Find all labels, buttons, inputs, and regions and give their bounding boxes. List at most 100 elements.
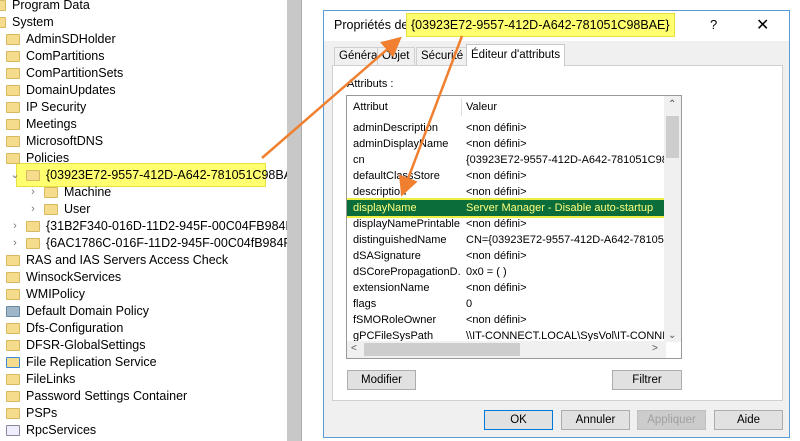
tree-item-label: File Replication Service (26, 355, 157, 369)
column-separator[interactable] (461, 98, 462, 116)
attribute-row[interactable]: displayNamePrintable <non défini> (347, 216, 664, 232)
tree-item[interactable]: AdminSDHolder (6, 31, 116, 48)
tree-item[interactable]: › Machine (28, 184, 111, 201)
scroll-up-icon[interactable]: ⌃ (668, 99, 676, 110)
attributes-list[interactable]: Attribut Valeur adminDescription <non déf… (346, 95, 682, 359)
folder-icon (6, 272, 20, 283)
tab-attribute-editor[interactable]: Éditeur d'attributs (466, 44, 566, 66)
chevron-right-icon[interactable]: › (28, 184, 38, 201)
folder-icon (6, 408, 20, 419)
tree-item[interactable]: RAS and IAS Servers Access Check (6, 252, 228, 269)
chevron-right-icon[interactable]: › (28, 201, 38, 218)
attribute-name: description (353, 186, 407, 198)
tree-item-label: ComPartitionSets (26, 66, 124, 80)
tree-item-label: {03923E72-9557-412D-A642-781051C98BAE} (46, 168, 305, 182)
tab-object[interactable]: Objet (377, 47, 415, 65)
service-icon (6, 425, 20, 436)
attribute-row[interactable]: dSCorePropagationD... 0x0 = ( ) (347, 264, 664, 280)
tree-item[interactable]: › {6AC1786C-016F-11D2-945F-00C04fB984F9} (10, 235, 302, 252)
scroll-thumb[interactable] (666, 116, 679, 158)
dialog-title-guid: {03923E72-9557-412D-A642-781051C98BAE} (406, 13, 675, 37)
chevron-right-icon[interactable]: › (10, 218, 20, 235)
attribute-name: dSCorePropagationD... (353, 266, 461, 278)
tree-item-label: Password Settings Container (26, 389, 188, 403)
tree-item[interactable]: Policies (6, 150, 69, 167)
scroll-right-icon[interactable]: > (652, 343, 658, 354)
ok-button[interactable]: OK (484, 410, 553, 430)
column-header-attribute[interactable]: Attribut (353, 96, 388, 118)
tree-item[interactable]: WinsockServices (6, 269, 121, 286)
attribute-value: <non défini> (466, 138, 527, 150)
folder-icon (0, 17, 6, 28)
apply-button[interactable]: Appliquer (637, 410, 706, 430)
tree-item-label: AdminSDHolder (26, 32, 116, 46)
tab-security[interactable]: Sécurité (416, 47, 469, 65)
tree-item[interactable]: Dfs-Configuration (6, 320, 123, 337)
tree-item[interactable]: MicrosoftDNS (6, 133, 103, 150)
tree-item[interactable]: Default Domain Policy (6, 303, 149, 320)
attribute-row[interactable]: adminDescription <non défini> (347, 120, 664, 136)
attribute-row[interactable]: dSASignature <non défini> (347, 248, 664, 264)
tree-item[interactable]: › User (28, 201, 90, 218)
tree-item[interactable]: IP Security (6, 99, 86, 116)
tree-item[interactable]: Meetings (6, 116, 77, 133)
filter-button[interactable]: Filtrer (612, 370, 682, 390)
close-icon[interactable]: ✕ (756, 15, 769, 35)
tree-item[interactable]: WMIPolicy (6, 286, 85, 303)
tree-item-label: FileLinks (26, 372, 76, 386)
tree-item-label: DFSR-GlobalSettings (26, 338, 146, 352)
scroll-thumb-horizontal[interactable] (364, 343, 520, 356)
folder-icon (6, 153, 20, 164)
attribute-row[interactable]: cn {03923E72-9557-412D-A642-781051C98BAE} (347, 152, 664, 168)
attribute-row[interactable]: distinguishedName CN={03923E72-9557-412D-… (347, 232, 664, 248)
cancel-button[interactable]: Annuler (561, 410, 630, 430)
vertical-scrollbar[interactable]: ⌃ ⌄ (664, 96, 681, 342)
attribute-value: CN={03923E72-9557-412D-A642-781051C98BAE… (466, 234, 664, 246)
tree-item[interactable]: › {31B2F340-016D-11D2-945F-00C04FB984F9} (10, 218, 304, 235)
attribute-value: <non défini> (466, 314, 527, 326)
tree-item-label: Policies (26, 151, 70, 165)
chevron-down-icon[interactable]: ⌄ (10, 167, 20, 184)
folder-icon (6, 119, 20, 130)
scroll-down-icon[interactable]: ⌄ (668, 330, 676, 341)
attribute-row[interactable]: displayName Server Manager - Disable auto… (347, 198, 666, 218)
folder-icon (26, 221, 40, 232)
horizontal-scrollbar[interactable]: < > (347, 341, 666, 358)
tree-item[interactable]: File Replication Service (6, 354, 157, 371)
column-header-value[interactable]: Valeur (466, 96, 497, 118)
tree-item[interactable]: ComPartitionSets (6, 65, 123, 82)
tree-item[interactable]: System (0, 14, 54, 31)
tree-item-label: Program Data (12, 0, 90, 12)
folder-icon (6, 391, 20, 402)
tree-item[interactable]: RpcServices (6, 422, 96, 439)
tree-item[interactable]: Password Settings Container (6, 388, 187, 405)
scroll-left-icon[interactable]: < (351, 343, 357, 354)
modify-button[interactable]: Modifier (347, 370, 416, 390)
folder-icon (6, 323, 20, 334)
folder-icon (6, 255, 20, 266)
tree-item[interactable]: ⌄ {03923E72-9557-412D-A642-781051C98BAE} (10, 167, 305, 184)
attribute-row[interactable]: fSMORoleOwner <non défini> (347, 312, 664, 328)
tree-item[interactable]: Program Data (0, 0, 90, 14)
folder-icon (6, 136, 20, 147)
tree-item[interactable]: ComPartitions (6, 48, 105, 65)
chevron-right-icon[interactable]: › (10, 235, 20, 252)
tree-item[interactable]: PSPs (6, 405, 57, 422)
attribute-row[interactable]: flags 0 (347, 296, 664, 312)
folder-icon (44, 204, 58, 215)
attribute-row[interactable]: extensionName <non défini> (347, 280, 664, 296)
attribute-row[interactable]: adminDisplayName <non défini> (347, 136, 664, 152)
tree-item-label: {6AC1786C-016F-11D2-945F-00C04fB984F9} (46, 236, 303, 250)
help-button[interactable]: Aide (714, 410, 783, 430)
attribute-row[interactable]: description <non défini> (347, 184, 664, 200)
tree-item-label: WinsockServices (26, 270, 122, 284)
tree-item[interactable]: FileLinks (6, 371, 75, 388)
tree-item[interactable]: DFSR-GlobalSettings (6, 337, 146, 354)
tree-item-label: WMIPolicy (26, 287, 86, 301)
tree-scrollbar[interactable] (287, 0, 301, 441)
tree-item[interactable]: DomainUpdates (6, 82, 116, 99)
folder-icon (6, 85, 20, 96)
help-icon[interactable]: ? (710, 17, 717, 32)
attribute-name: dSASignature (353, 250, 421, 262)
attribute-row[interactable]: defaultClassStore <non défini> (347, 168, 664, 184)
